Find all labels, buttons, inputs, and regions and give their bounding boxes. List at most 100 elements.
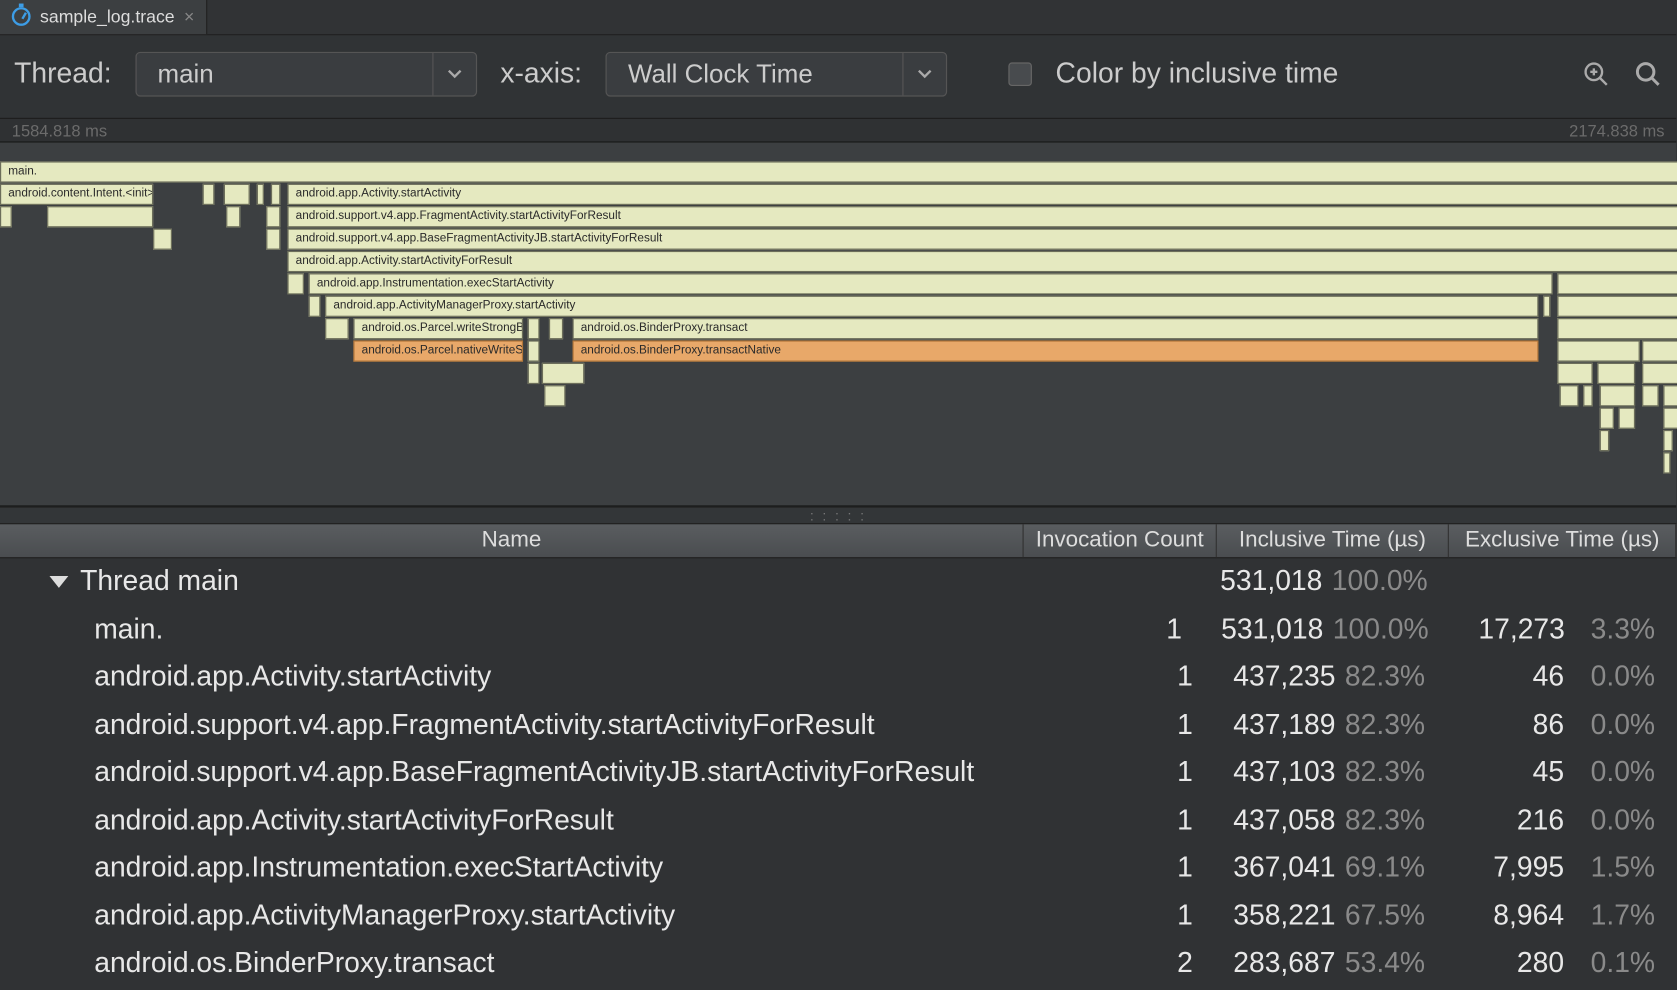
- row-ipct: 82.3%: [1345, 661, 1449, 694]
- flame-bar[interactable]: [549, 318, 563, 339]
- flame-bar[interactable]: android.app.Activity.startActivityForRes…: [287, 251, 1677, 272]
- table-row[interactable]: android.support.v4.app.BaseFragmentActiv…: [0, 749, 1676, 797]
- row-exc: 7,995: [1449, 852, 1574, 885]
- row-exc: 45: [1449, 757, 1574, 790]
- xaxis-label: x-axis:: [500, 58, 582, 91]
- col-exclusive[interactable]: Exclusive Time (µs): [1449, 524, 1676, 557]
- tab-sample-log[interactable]: sample_log.trace ×: [0, 0, 207, 34]
- flame-bar[interactable]: [1583, 385, 1592, 406]
- flame-bar[interactable]: [1642, 385, 1658, 406]
- table-row[interactable]: android.app.ActivityManagerProxy.startAc…: [0, 892, 1676, 940]
- col-name[interactable]: Name: [0, 524, 1024, 557]
- flame-bar[interactable]: android.os.BinderProxy.transact: [573, 318, 1539, 339]
- flame-bar[interactable]: [1543, 296, 1550, 317]
- row-epct: 3.3%: [1574, 613, 1676, 646]
- row-name: android.os.BinderProxy.transact: [0, 947, 1022, 980]
- row-inv: 1: [1022, 709, 1214, 742]
- flame-bar[interactable]: android.os.Parcel.nativeWriteStrongBind: [353, 340, 523, 361]
- flame-bar[interactable]: [1600, 430, 1609, 451]
- stopwatch-icon: [12, 7, 31, 26]
- flame-bar[interactable]: android.content.Intent.<init>: [0, 184, 153, 205]
- flame-bar[interactable]: [287, 273, 303, 294]
- flame-bar[interactable]: [542, 363, 584, 384]
- flame-bar[interactable]: android.app.Activity.startActivity: [287, 184, 1677, 205]
- row-epct: 0.0%: [1573, 661, 1676, 694]
- row-exc: 86: [1449, 709, 1574, 742]
- col-inclusive[interactable]: Inclusive Time (µs): [1217, 524, 1450, 557]
- flame-bar[interactable]: [1557, 363, 1592, 384]
- flame-bar[interactable]: [1663, 452, 1670, 473]
- flame-bar[interactable]: [153, 229, 172, 250]
- flame-bar[interactable]: main.: [0, 161, 1677, 182]
- row-name: android.app.Activity.startActivity: [0, 661, 1022, 694]
- flame-bar[interactable]: android.os.BinderProxy.transactNative: [573, 340, 1539, 361]
- flame-bar[interactable]: [266, 229, 280, 250]
- row-epct: 0.0%: [1573, 804, 1676, 837]
- flame-bar[interactable]: android.os.Parcel.writeStrongBinder: [353, 318, 523, 339]
- flame-bar[interactable]: [224, 184, 250, 205]
- flame-bar[interactable]: [266, 206, 280, 227]
- flame-bar[interactable]: [257, 184, 264, 205]
- pane-drag-handle[interactable]: : : : : :: [0, 507, 1676, 523]
- flame-bar[interactable]: [1600, 385, 1635, 406]
- flame-bar[interactable]: [528, 318, 540, 339]
- row-inv: 1: [1022, 804, 1214, 837]
- search-icon[interactable]: [1634, 60, 1662, 88]
- row-inc: 437,235: [1214, 661, 1345, 694]
- row-exc: 280: [1449, 947, 1574, 980]
- expand-icon[interactable]: [49, 576, 68, 588]
- flame-bar[interactable]: [203, 184, 215, 205]
- table-row[interactable]: main.1531,018100.0%17,2733.3%: [0, 606, 1676, 654]
- flame-bar[interactable]: [1557, 296, 1677, 317]
- flame-bar[interactable]: [528, 363, 540, 384]
- flame-bar[interactable]: [1663, 408, 1677, 429]
- flame-bar[interactable]: [0, 206, 12, 227]
- flame-bar[interactable]: [325, 318, 349, 339]
- thread-select[interactable]: main: [135, 52, 477, 97]
- flame-bar[interactable]: [309, 296, 321, 317]
- flame-bar[interactable]: [47, 206, 153, 227]
- thread-row[interactable]: Thread main 531,018 100.0%: [0, 558, 1676, 606]
- row-inc: 358,221: [1214, 900, 1345, 933]
- flame-bar[interactable]: [1557, 273, 1677, 294]
- flame-bar[interactable]: [1619, 408, 1635, 429]
- flame-bar[interactable]: [1642, 363, 1677, 384]
- row-ipct: 82.3%: [1345, 804, 1449, 837]
- table-row[interactable]: android.support.v4.app.FragmentActivity.…: [0, 701, 1676, 749]
- flame-bar[interactable]: [544, 385, 565, 406]
- table-row[interactable]: android.os.BinderProxy.transactNative228…: [0, 988, 1676, 990]
- row-ipct: 82.3%: [1345, 757, 1449, 790]
- table-row[interactable]: android.app.Activity.startActivity1437,2…: [0, 654, 1676, 702]
- flame-bar[interactable]: [1663, 385, 1677, 406]
- flame-bar[interactable]: [1663, 430, 1672, 451]
- row-inc: 437,058: [1214, 804, 1345, 837]
- flame-bar[interactable]: android.app.ActivityManagerProxy.startAc…: [325, 296, 1538, 317]
- flame-bar[interactable]: [226, 206, 240, 227]
- col-invocation[interactable]: Invocation Count: [1024, 524, 1216, 557]
- zoom-fit-icon[interactable]: [1582, 60, 1610, 88]
- flame-bar[interactable]: [1642, 340, 1677, 361]
- table-row[interactable]: android.app.Instrumentation.execStartAct…: [0, 845, 1676, 893]
- flame-bar[interactable]: [1560, 385, 1579, 406]
- row-name: android.app.ActivityManagerProxy.startAc…: [0, 900, 1022, 933]
- timeline-end: 2174.838 ms: [1569, 121, 1664, 140]
- table-row[interactable]: android.app.Activity.startActivityForRes…: [0, 797, 1676, 845]
- flame-bar[interactable]: [1597, 363, 1635, 384]
- row-epct: 1.5%: [1573, 852, 1676, 885]
- row-name: android.app.Instrumentation.execStartAct…: [0, 852, 1022, 885]
- close-icon[interactable]: ×: [184, 6, 194, 26]
- flame-chart[interactable]: main.android.content.Intent.<init> androi…: [0, 141, 1676, 506]
- flame-bar[interactable]: [1557, 340, 1639, 361]
- flame-bar[interactable]: [528, 340, 540, 361]
- flame-bar[interactable]: [1600, 408, 1614, 429]
- flame-bar[interactable]: [271, 184, 280, 205]
- flame-bar[interactable]: [1557, 318, 1677, 339]
- color-by-checkbox[interactable]: [1008, 62, 1032, 86]
- row-exc: 46: [1449, 661, 1574, 694]
- flame-bar[interactable]: android.support.v4.app.BaseFragmentActiv…: [287, 229, 1677, 250]
- flame-bar[interactable]: android.app.Instrumentation.execStartAct…: [309, 273, 1553, 294]
- table-header: Name Invocation Count Inclusive Time (µs…: [0, 523, 1676, 558]
- xaxis-select[interactable]: Wall Clock Time: [606, 52, 948, 97]
- table-row[interactable]: android.os.BinderProxy.transact2283,6875…: [0, 940, 1676, 988]
- flame-bar[interactable]: android.support.v4.app.FragmentActivity.…: [287, 206, 1677, 227]
